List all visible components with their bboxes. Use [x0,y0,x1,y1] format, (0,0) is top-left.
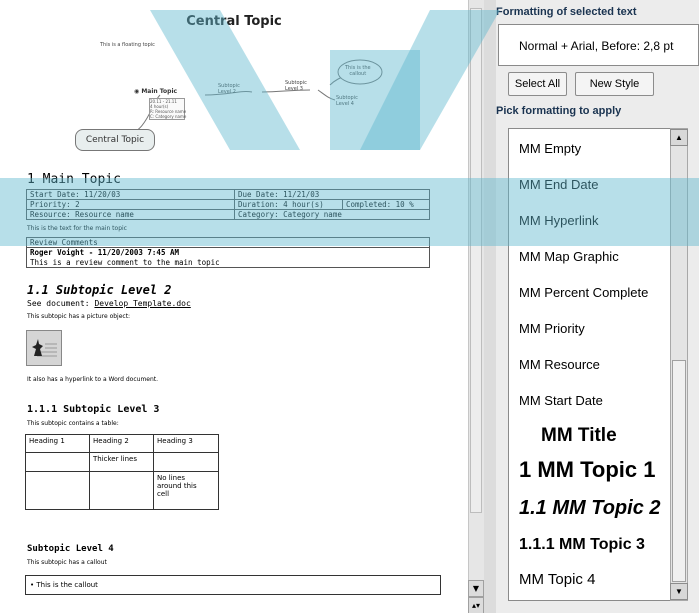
sub3-l2: Level 3 [285,86,303,92]
review-comment: This is a review comment to the main top… [26,257,430,268]
table-cell-no-lines: No lines around this cell [153,471,219,510]
formatting-selected-field[interactable]: Normal + Arial, Before: 2,8 pt [498,24,699,66]
word-table: Heading 1 Heading 2 Heading 3 Thicker line… [25,434,219,510]
style-label: MM End Date [519,177,599,192]
style-label: MM Map Graphic [519,249,619,264]
map-main-details: 20.11 - 21.11 4 hour(s) R: Resource name… [149,98,187,120]
detail-category: C: Category name [150,114,187,119]
style-list-scroll-up-icon[interactable]: ▲ [670,129,688,146]
style-label: MM Resource [519,357,600,372]
document-pane[interactable]: Central Topic This is a floating topic C… [0,0,483,613]
review-header: Review Comments [26,237,430,248]
style-item-mm-title[interactable]: MM Title¶ [509,425,682,449]
hyperlink-text: It also has a hyperlink to a Word docume… [27,376,159,383]
callout-box: • This is the callout [25,575,441,595]
style-label: MM Topic 4 [519,571,596,588]
table-cell [25,471,90,510]
table-cell [89,471,154,510]
style-item-mm-end-date[interactable]: MM End Date¶ [509,177,682,197]
map-subtopic-level-3: Subtopic Level 3 [285,80,307,92]
properties-table: Start Date: 11/20/03 Due Date: 11/21/03 P… [26,189,430,220]
heading-main-topic: 1 Main Topic [27,172,121,187]
prop-duration: Duration: 4 hour(s) [234,199,343,210]
document-link[interactable]: Develop Template.doc [94,299,190,308]
style-label: 1.1 MM Topic 2 [519,497,661,519]
table-intro-text: This subtopic contains a table: [27,420,119,427]
table-cell [25,452,90,472]
style-item-mm-topic-2[interactable]: 1.1 MM Topic 2¶ [509,497,682,525]
review-author: Roger Voight - 11/20/2003 7:45 AM [26,247,430,258]
style-item-mm-empty[interactable]: MM Empty¶ [509,141,682,161]
review-comments-table: Review Comments Roger Voight - 11/20/200… [26,237,430,268]
document-scroll-down-icon[interactable]: ▼ [468,580,484,597]
picture-object-text: This subtopic has a picture object: [27,313,131,320]
callout-l2: callout [349,71,367,77]
callout-intro-text: This subtopic has a callout [27,559,107,566]
see-document-line: See document: Develop Template.doc [27,299,191,308]
mind-map-lines [119,59,383,141]
style-label: MM Title [541,425,617,446]
style-item-mm-start-date[interactable]: MM Start Date¶ [509,393,682,413]
style-list-scroll-down-icon[interactable]: ▼ [670,583,688,600]
picture-object[interactable] [26,330,62,366]
heading-subtopic-level-4: Subtopic Level 4 [27,544,114,554]
style-item-mm-percent-complete[interactable]: MM Percent Complete¶ [509,285,682,305]
style-item-mm-topic-4[interactable]: MM Topic 4¶ [509,571,682,593]
style-list[interactable]: MM Empty¶ MM End Date¶ MM Hyperlink¶ MM … [508,128,683,601]
style-label: 1 MM Topic 1 [519,457,656,482]
prop-resource: Resource: Resource name [26,209,235,220]
map-callout: This is the callout [345,65,371,77]
prop-priority: Priority: 2 [26,199,235,210]
table-heading-2: Heading 2 [89,434,154,453]
see-document-prefix: See document: [27,299,95,308]
style-item-mm-resource[interactable]: MM Resource¶ [509,357,682,377]
map-central-topic: Central Topic [75,129,155,151]
styles-formatting-panel: Formatting of selected text Normal + Ari… [496,0,699,613]
style-label: 1.1.1 MM Topic 3 [519,536,645,553]
prop-completed: Completed: 10 % [342,199,430,210]
table-cell-thicker-lines: Thicker lines [89,452,154,472]
style-list-scroll-thumb[interactable] [672,360,686,582]
map-subtopic-level-2: Subtopic Level 2 [218,83,240,95]
prop-start-date: Start Date: 11/20/03 [26,189,235,200]
style-item-mm-priority[interactable]: MM Priority¶ [509,321,682,341]
sub4-l2: Level 4 [336,101,354,107]
pane-splitter[interactable] [484,0,496,613]
table-heading-1: Heading 1 [25,434,90,453]
style-item-mm-hyperlink[interactable]: MM Hyperlink¶ [509,213,682,233]
new-style-button[interactable]: New Style [575,72,654,96]
map-subtopic-level-4: Subtopic Level 4 [336,95,358,107]
no-lines-l2: around this [157,482,197,490]
heading-subtopic-level-3: 1.1.1 Subtopic Level 3 [27,404,160,415]
style-item-mm-topic-1[interactable]: 1 MM Topic 1¶ [509,457,682,487]
style-label: MM Start Date [519,393,603,408]
prop-category: Category: Category name [234,209,430,220]
main-topic-text: This is the text for the main topic [27,225,127,232]
style-label: MM Empty [519,141,582,156]
no-lines-l1: No lines [157,474,186,482]
map-main-topic: ◉ Main Topic [134,88,177,95]
no-lines-l3: cell [157,490,170,498]
heading-subtopic-level-2: 1.1 Subtopic Level 2 [27,283,172,297]
style-item-mm-map-graphic[interactable]: MM Map Graphic¶ [509,249,682,269]
document-scroll-thumb[interactable] [470,8,482,513]
table-cell [153,452,219,472]
prop-due-date: Due Date: 11/21/03 [234,189,430,200]
style-label: MM Percent Complete [519,285,649,300]
map-main-label: Main Topic [141,88,178,95]
sub2-l2: Level 2 [218,89,236,95]
table-heading-3: Heading 3 [153,434,219,453]
formatting-selected-heading: Formatting of selected text [496,6,637,18]
image-icon [32,339,57,357]
document-page-up-down-icon[interactable]: ▴▾ [468,597,484,613]
pick-formatting-heading: Pick formatting to apply [496,105,622,117]
select-all-button[interactable]: Select All [508,72,567,96]
style-label: MM Priority [519,321,585,336]
style-item-mm-topic-3[interactable]: 1.1.1 MM Topic 3¶ [509,536,682,560]
style-label: MM Hyperlink [519,213,599,228]
